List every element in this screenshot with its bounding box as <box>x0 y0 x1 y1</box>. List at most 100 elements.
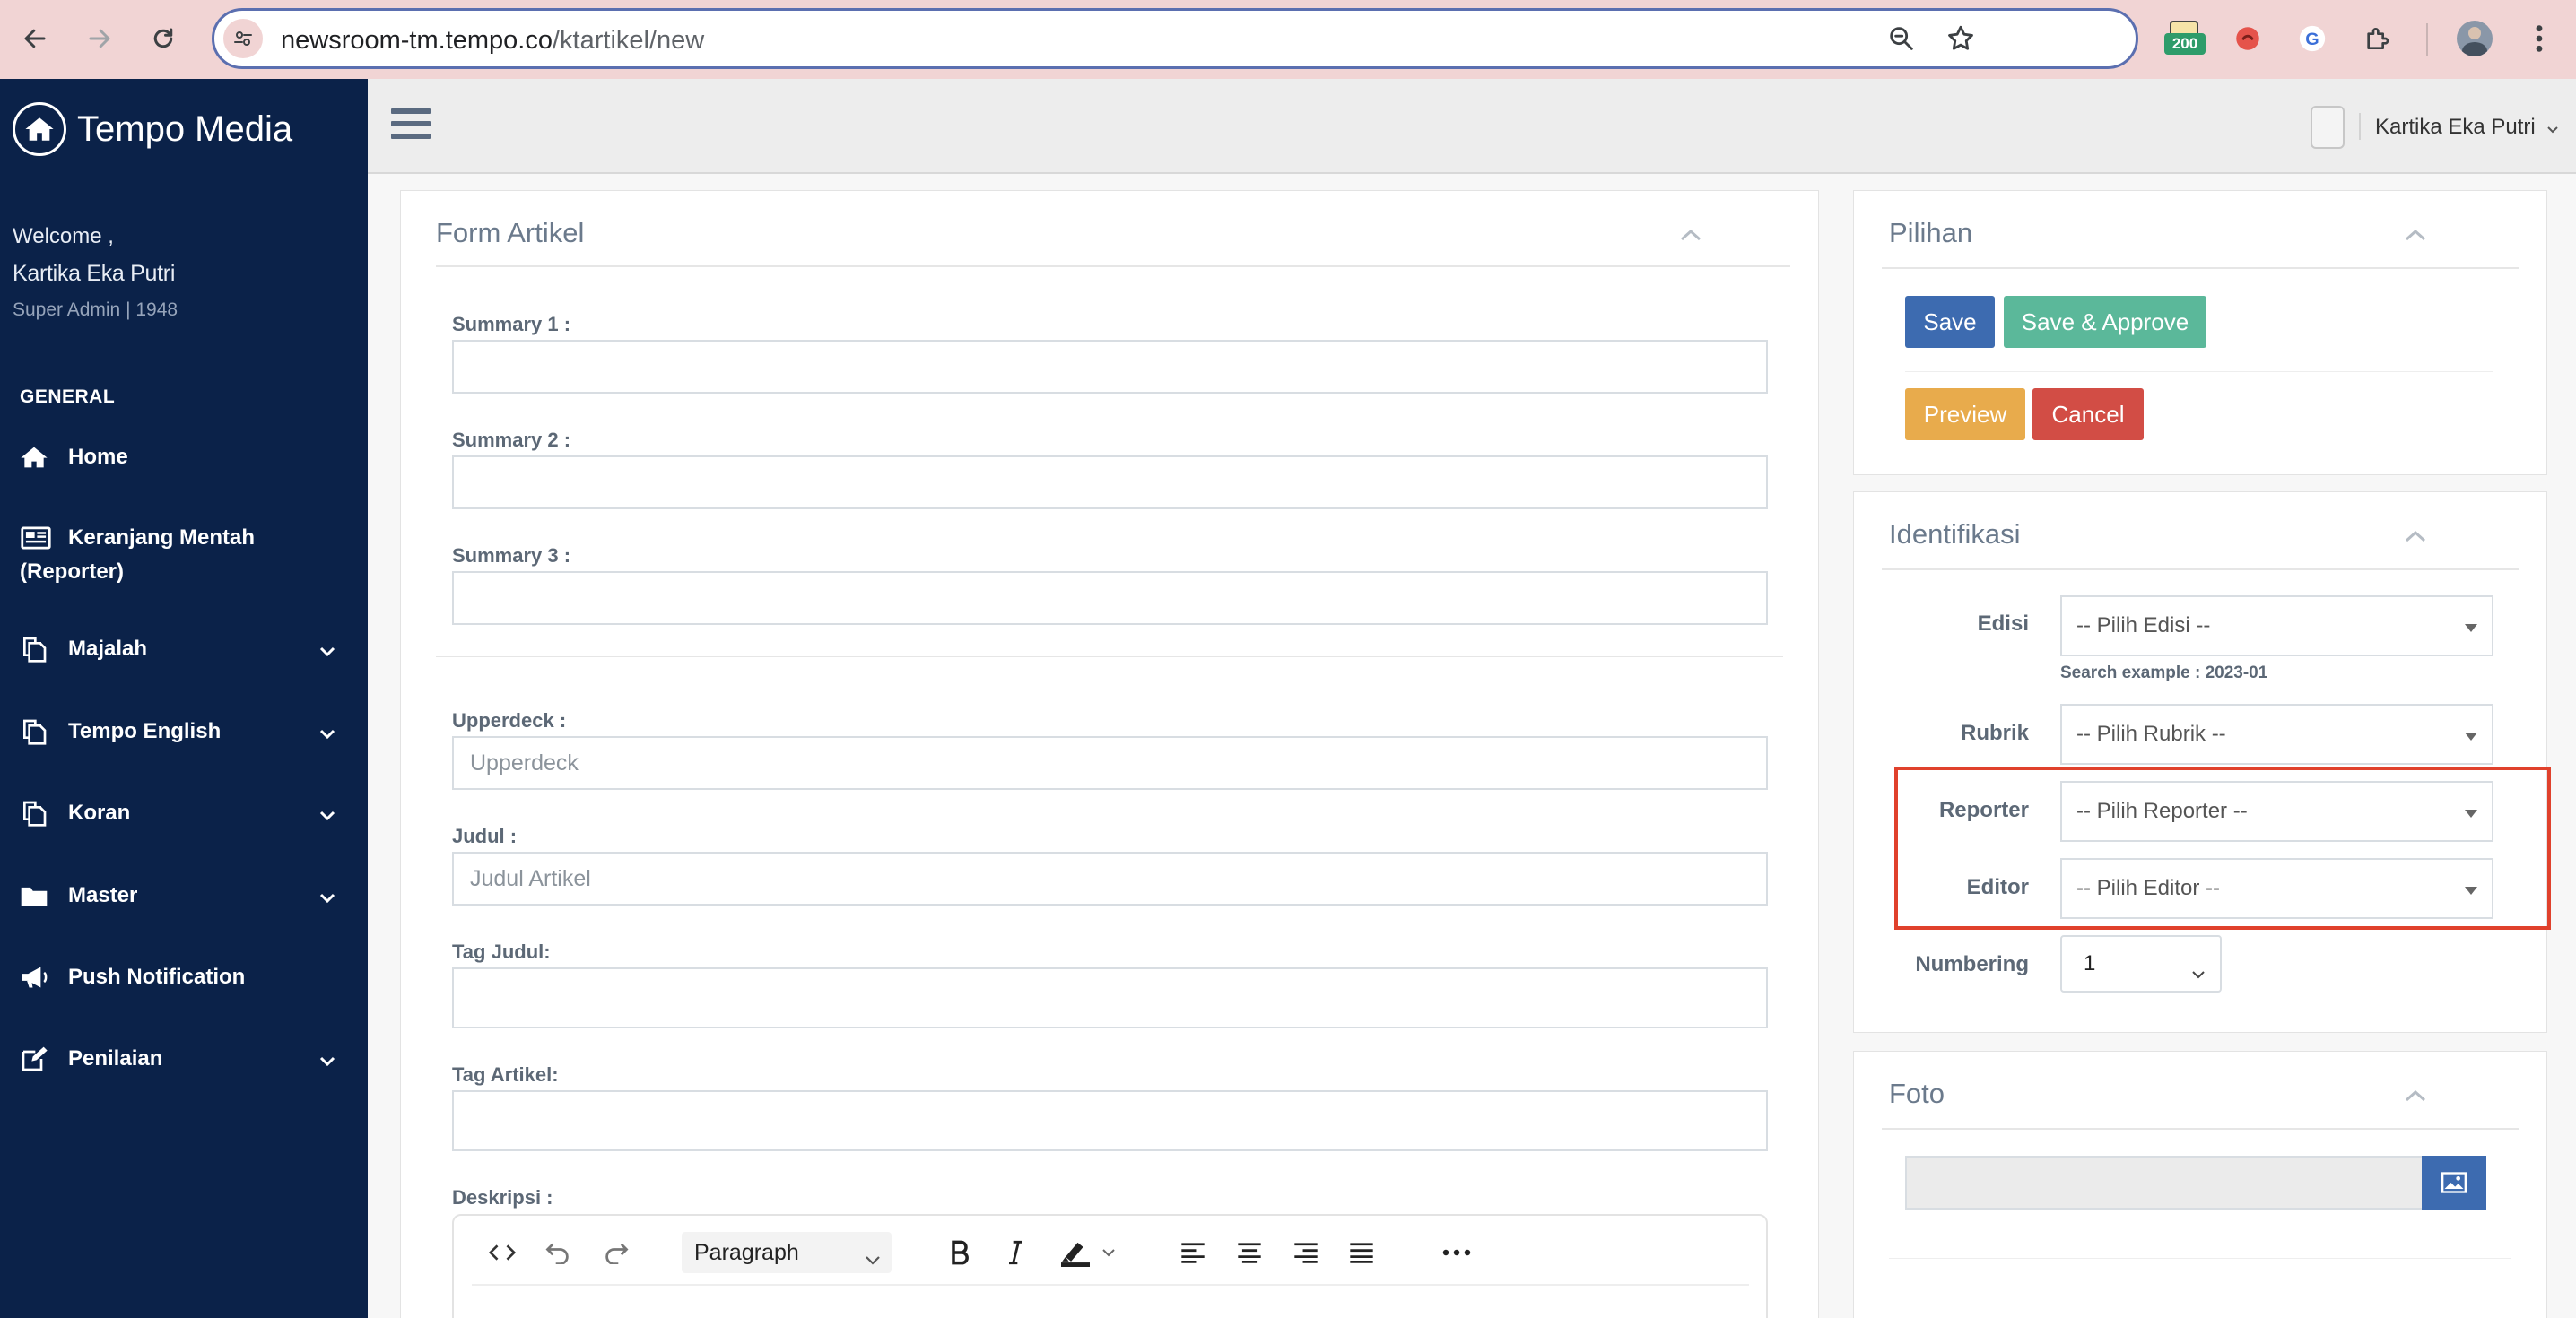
more-options-icon[interactable] <box>1439 1232 1475 1273</box>
sidebar-item-penilaian[interactable]: Penilaian <box>20 1045 335 1073</box>
align-right-icon[interactable] <box>1288 1232 1324 1273</box>
foto-browse-button[interactable] <box>2422 1156 2486 1210</box>
zoom-icon[interactable] <box>1886 23 1917 58</box>
edisi-select-value: -- Pilih Edisi -- <box>2076 613 2211 637</box>
form-artikel-title: Form Artikel <box>436 217 585 248</box>
editor-select[interactable]: -- Pilih Editor -- <box>2060 858 2493 919</box>
sidebar-item-push-notification[interactable]: Push Notification <box>20 963 335 992</box>
panel-divider <box>1882 568 2519 570</box>
numbering-label: Numbering <box>1915 952 2029 976</box>
summary1-input[interactable] <box>452 340 1768 394</box>
bookmark-star-icon[interactable] <box>1945 23 1976 58</box>
chevron-down-icon <box>319 638 335 663</box>
upperdeck-label: Upperdeck : <box>452 709 567 732</box>
deskripsi-label: Deskripsi : <box>452 1186 553 1209</box>
url-path: /ktartikel/new <box>553 26 705 55</box>
sidebar-item-label: Master <box>68 883 138 907</box>
sidebar-item-label: Tempo English <box>68 719 222 743</box>
sidebar-item-koran[interactable]: Koran <box>20 799 335 828</box>
address-bar[interactable]: newsroom-tm.tempo.co/ktartikel/new <box>212 8 2138 69</box>
summary3-input[interactable] <box>452 571 1768 625</box>
undo-icon[interactable] <box>540 1232 576 1273</box>
forward-arrow-icon[interactable] <box>77 16 122 61</box>
editor-toolbar-divider <box>472 1284 1749 1286</box>
foto-title: Foto <box>1889 1078 1945 1109</box>
collapse-caret-icon[interactable] <box>2404 1088 2427 1103</box>
sidebar-item-majalah[interactable]: Majalah <box>20 635 335 663</box>
editor-label: Editor <box>1966 875 2029 899</box>
upperdeck-input[interactable]: Upperdeck <box>452 736 1768 790</box>
dropdown-caret-icon <box>2465 624 2477 632</box>
collapse-caret-icon[interactable] <box>1679 228 1702 242</box>
align-left-icon[interactable] <box>1175 1232 1211 1273</box>
collapse-caret-icon[interactable] <box>2404 228 2427 242</box>
pocket-extension-icon[interactable] <box>2225 16 2270 61</box>
back-arrow-icon[interactable] <box>13 16 57 61</box>
preview-button[interactable]: Preview <box>1905 388 2025 440</box>
identifikasi-title: Identifikasi <box>1889 518 2021 550</box>
sidebar-item-home[interactable]: Home <box>20 443 335 472</box>
format-select-value: Paragraph <box>694 1239 799 1265</box>
extension-badge-icon[interactable]: 200 <box>2162 16 2206 61</box>
sidebar-item-master[interactable]: Master <box>20 881 335 910</box>
rubrik-select[interactable]: -- Pilih Rubrik -- <box>2060 704 2493 765</box>
tag-artikel-input[interactable] <box>452 1090 1768 1151</box>
home-circle-icon <box>13 102 66 156</box>
url-host: newsroom-tm.tempo.co <box>281 26 553 55</box>
section-heading: GENERAL <box>20 386 116 407</box>
sidebar-item-tempo-english[interactable]: Tempo English <box>20 717 335 746</box>
browser-toolbar: newsroom-tm.tempo.co/ktartikel/new 200 G <box>0 0 2576 79</box>
italic-icon[interactable] <box>997 1232 1033 1273</box>
summary1-label: Summary 1 : <box>452 313 571 335</box>
grammar-extension-icon[interactable]: G <box>2290 16 2335 61</box>
site-settings-icon[interactable] <box>223 19 263 58</box>
top-navbar: Kartika Eka Putri <box>368 79 2576 174</box>
topbar-divider <box>2359 113 2361 140</box>
tag-judul-input[interactable] <box>452 967 1768 1028</box>
judul-label: Judul : <box>452 825 518 847</box>
highlight-color-icon[interactable] <box>1051 1232 1123 1273</box>
chevron-down-icon <box>865 1246 881 1272</box>
numbering-select-value: 1 <box>2084 951 2096 975</box>
source-code-icon[interactable] <box>484 1232 520 1273</box>
reload-icon[interactable] <box>141 16 186 61</box>
sidebar-item-label: Push Notification <box>68 965 246 989</box>
brand[interactable]: Tempo Media <box>13 102 292 156</box>
dropdown-caret-icon <box>2465 887 2477 895</box>
summary2-input[interactable] <box>452 455 1768 509</box>
chevron-down-icon <box>319 885 335 910</box>
sidebar-item-label-line2: (Reporter) <box>20 559 125 584</box>
edisi-hint: Search example : 2023-01 <box>2060 663 2268 682</box>
judul-input[interactable]: Judul Artikel <box>452 852 1768 906</box>
sidebar-item-label: Koran <box>68 801 131 825</box>
browser-menu-icon[interactable] <box>2517 16 2562 61</box>
save-approve-button[interactable]: Save & Approve <box>2004 296 2206 348</box>
align-center-icon[interactable] <box>1231 1232 1267 1273</box>
foto-divider <box>1889 1258 2511 1259</box>
sidebar-item-keranjang-mentah[interactable]: Keranjang Mentah (Reporter) <box>20 524 335 585</box>
cancel-button[interactable]: Cancel <box>2032 388 2144 440</box>
reporter-label: Reporter <box>1938 798 2029 822</box>
user-menu[interactable]: Kartika Eka Putri <box>2375 115 2559 141</box>
redo-icon[interactable] <box>598 1232 634 1273</box>
reporter-select[interactable]: -- Pilih Reporter -- <box>2060 781 2493 842</box>
user-avatar[interactable] <box>2311 106 2345 149</box>
editor-select-value: -- Pilih Editor -- <box>2076 876 2221 900</box>
hamburger-menu-icon[interactable] <box>391 108 431 144</box>
foto-path-input[interactable] <box>1905 1156 2424 1210</box>
edisi-select[interactable]: -- Pilih Edisi -- <box>2060 595 2493 656</box>
save-button[interactable]: Save <box>1905 296 1995 348</box>
align-justify-icon[interactable] <box>1344 1232 1379 1273</box>
chevron-down-icon <box>319 721 335 746</box>
profile-avatar-icon[interactable] <box>2452 16 2497 61</box>
tag-judul-label: Tag Judul: <box>452 941 551 963</box>
bold-icon[interactable] <box>942 1232 978 1273</box>
puzzle-extensions-icon[interactable] <box>2354 16 2399 61</box>
panel-divider <box>1882 267 2519 269</box>
numbering-select[interactable]: 1 <box>2060 935 2222 993</box>
collapse-caret-icon[interactable] <box>2404 529 2427 543</box>
panel-divider <box>436 265 1790 267</box>
format-select[interactable]: Paragraph <box>682 1232 892 1273</box>
pilihan-title: Pilihan <box>1889 217 1973 248</box>
sidebar-item-label: Home <box>68 445 128 469</box>
